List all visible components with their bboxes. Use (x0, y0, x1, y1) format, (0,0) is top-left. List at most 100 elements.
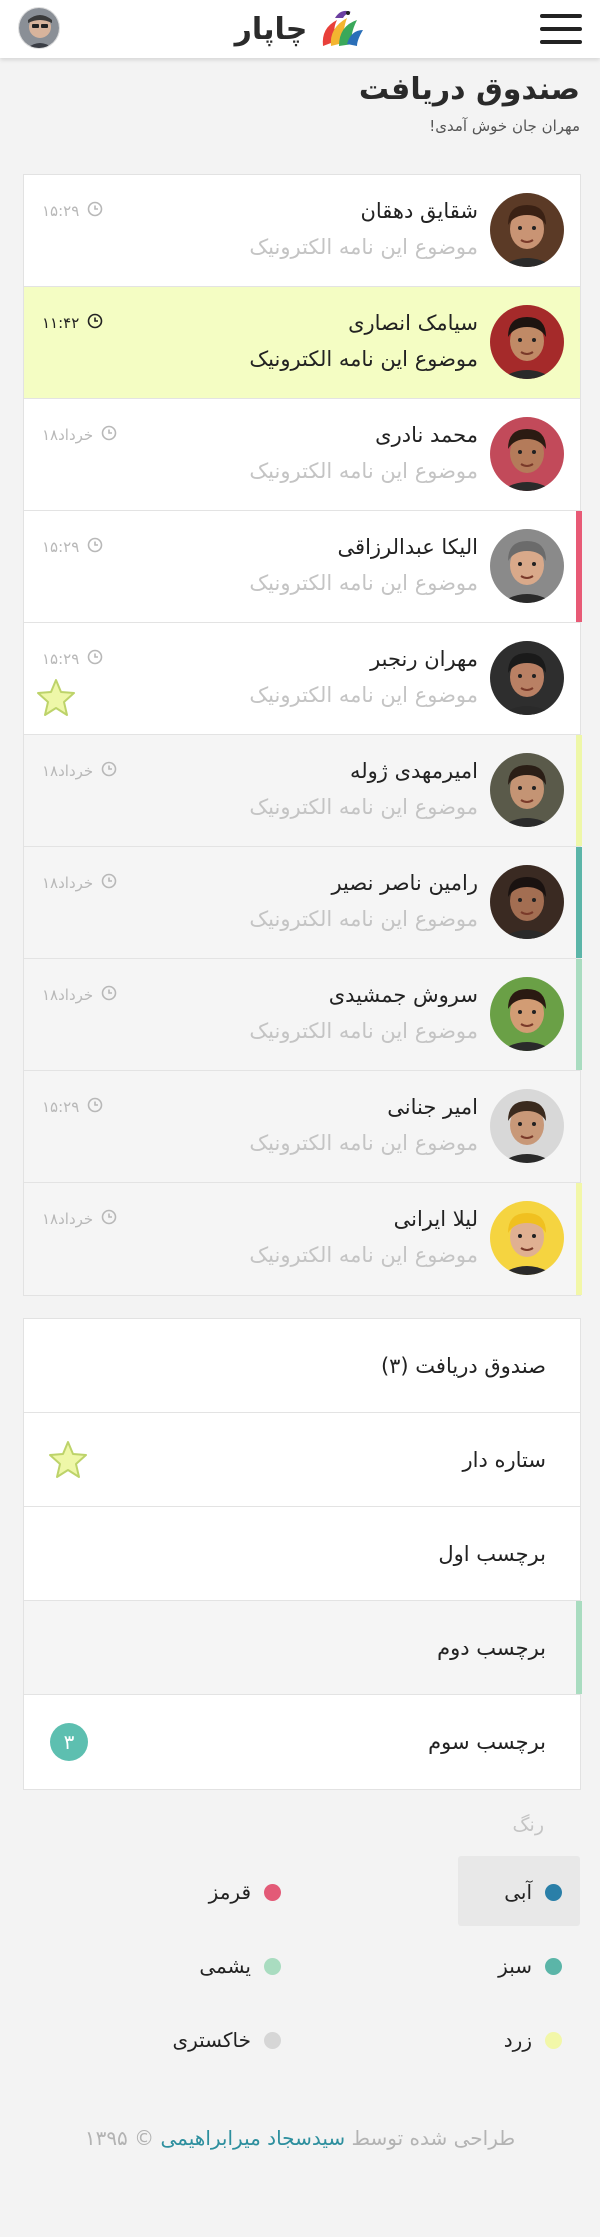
folder-item[interactable]: برچسب سوم ۳ (24, 1695, 580, 1789)
label-accent-bar (576, 847, 582, 958)
brand-name: چاپار (234, 11, 308, 47)
sender-name: الیکا عبدالرزاقی (337, 535, 478, 559)
page-title: صندوق دریافت (358, 72, 580, 107)
folder-item[interactable]: برچسب دوم (24, 1601, 582, 1695)
clock-icon (101, 761, 117, 781)
sender-name: مهران رنجبر (370, 647, 478, 671)
sender-avatar (490, 1089, 564, 1163)
message-subject: موضوع این نامه الکترونیک (249, 795, 478, 819)
time-text: ۱۸خرداد (42, 426, 94, 444)
sender-name: محمد نادری (375, 423, 478, 447)
footer-author-link[interactable]: سیدسجاد میرابراهیمی (161, 2126, 346, 2150)
brand: چاپار (210, 6, 390, 52)
time-text: ۱۵:۲۹ (42, 202, 80, 220)
folder-label: برچسب اول (438, 1542, 546, 1566)
color-option[interactable]: خاکستری (172, 2004, 299, 2074)
sender-avatar (490, 753, 564, 827)
star-icon (48, 1439, 88, 1479)
color-label: قرمز (208, 1880, 251, 1904)
footer-prefix: طراحی شده توسط (351, 2126, 516, 2150)
message-row[interactable]: محمد نادری موضوع این نامه الکترونیک ۱۸خردا… (24, 399, 580, 511)
time-text: ۱۸خرداد (42, 874, 94, 892)
color-label: یشمی (199, 1954, 251, 1978)
message-row[interactable]: سروش جمشیدی موضوع این نامه الکترونیک ۱۸خرد… (24, 959, 582, 1071)
message-row[interactable]: مهران رنجبر موضوع این نامه الکترونیک ۱۵:۲۹ (24, 623, 580, 735)
sender-name: سروش جمشیدی (328, 983, 478, 1007)
message-row[interactable]: شقایق دهقان موضوع این نامه الکترونیک ۱۵:۲۹ (24, 175, 580, 287)
top-bar: چاپار (0, 0, 600, 58)
message-subject: موضوع این نامه الکترونیک (249, 1019, 478, 1043)
message-time: ۱۱:۴۲ (42, 313, 103, 333)
color-dot-icon (264, 1884, 281, 1901)
folder-list: صندوق دریافت (۳) ستاره دار برچسب اول برچسب … (23, 1318, 582, 1790)
folder-item[interactable]: ستاره دار (24, 1413, 580, 1507)
color-label: سبز (498, 1954, 532, 1978)
sender-avatar (490, 865, 564, 939)
label-accent-bar (576, 1601, 582, 1694)
time-text: ۱۵:۲۹ (42, 650, 80, 668)
message-subject: موضوع این نامه الکترونیک (249, 459, 478, 483)
color-label: زرد (503, 2028, 532, 2052)
clock-icon (87, 1097, 103, 1117)
color-dot-icon (545, 1958, 562, 1975)
color-label: خاکستری (172, 2028, 251, 2052)
sender-avatar (490, 977, 564, 1051)
clock-icon (87, 313, 103, 333)
folder-item[interactable]: برچسب اول (24, 1507, 580, 1601)
time-text: ۱۵:۲۹ (42, 538, 80, 556)
clock-icon (87, 537, 103, 557)
sender-avatar (490, 305, 564, 379)
time-text: ۱۱:۴۲ (42, 314, 80, 332)
folder-label: برچسب سوم (428, 1730, 546, 1754)
color-option[interactable]: قرمز (177, 1856, 299, 1926)
clock-icon (87, 201, 103, 221)
message-subject: موضوع این نامه الکترونیک (249, 1131, 478, 1155)
folder-label: ستاره دار (462, 1448, 546, 1472)
label-accent-bar (576, 511, 582, 622)
color-option[interactable]: سبز (458, 1930, 580, 2000)
welcome-text: مهران جان خوش آمدی! (429, 117, 580, 135)
sender-name: امیرمهدی ژوله (349, 759, 478, 783)
color-option[interactable]: یشمی (177, 1930, 299, 2000)
color-dot-icon (545, 2032, 562, 2049)
sender-avatar (490, 417, 564, 491)
message-row[interactable]: رامین ناصر نصیر موضوع این نامه الکترونیک ۱… (24, 847, 582, 959)
message-row[interactable]: سیامک انصاری موضوع این نامه الکترونیک ۱۱:۴… (24, 287, 580, 399)
message-subject: موضوع این نامه الکترونیک (249, 683, 478, 707)
message-row[interactable]: الیکا عبدالرزاقی موضوع این نامه الکترونیک… (24, 511, 582, 623)
message-time: ۱۸خرداد (42, 1209, 117, 1229)
color-filter-title: رنگ (512, 1814, 544, 1836)
page-header: صندوق دریافت مهران جان خوش آمدی! (20, 72, 580, 135)
message-row[interactable]: لیلا ایرانی موضوع این نامه الکترونیک ۱۸خرد… (24, 1183, 582, 1295)
folder-item[interactable]: صندوق دریافت (۳) (24, 1319, 580, 1413)
time-text: ۱۸خرداد (42, 986, 94, 1004)
message-time: ۱۵:۲۹ (42, 1097, 103, 1117)
folder-label: برچسب دوم (437, 1636, 546, 1660)
menu-icon[interactable] (540, 14, 582, 44)
user-avatar[interactable] (18, 7, 60, 49)
color-option[interactable]: زرد (458, 2004, 580, 2074)
sender-avatar (490, 1201, 564, 1275)
sender-name: امیر جنانی (387, 1095, 478, 1119)
clock-icon (101, 985, 117, 1005)
message-list: شقایق دهقان موضوع این نامه الکترونیک ۱۵:۲۹… (23, 174, 582, 1296)
message-time: ۱۵:۲۹ (42, 537, 103, 557)
message-row[interactable]: امیر جنانی موضوع این نامه الکترونیک ۱۵:۲۹ (24, 1071, 580, 1183)
message-row[interactable]: امیرمهدی ژوله موضوع این نامه الکترونیک ۱۸خ… (24, 735, 582, 847)
message-time: ۱۵:۲۹ (42, 649, 103, 669)
color-label: آبی (504, 1880, 532, 1904)
clock-icon (101, 1209, 117, 1229)
star-icon[interactable] (36, 677, 76, 717)
message-time: ۱۵:۲۹ (42, 201, 103, 221)
sender-avatar (490, 193, 564, 267)
message-subject: موضوع این نامه الکترونیک (249, 907, 478, 931)
color-dot-icon (264, 1958, 281, 1975)
message-time: ۱۸خرداد (42, 425, 117, 445)
color-option[interactable]: آبی (458, 1856, 580, 1926)
clock-icon (101, 873, 117, 893)
time-text: ۱۸خرداد (42, 762, 94, 780)
footer-copyright: © ۱۳۹۵ (84, 2126, 155, 2150)
message-time: ۱۸خرداد (42, 985, 117, 1005)
color-dot-icon (545, 1884, 562, 1901)
message-time: ۱۸خرداد (42, 761, 117, 781)
